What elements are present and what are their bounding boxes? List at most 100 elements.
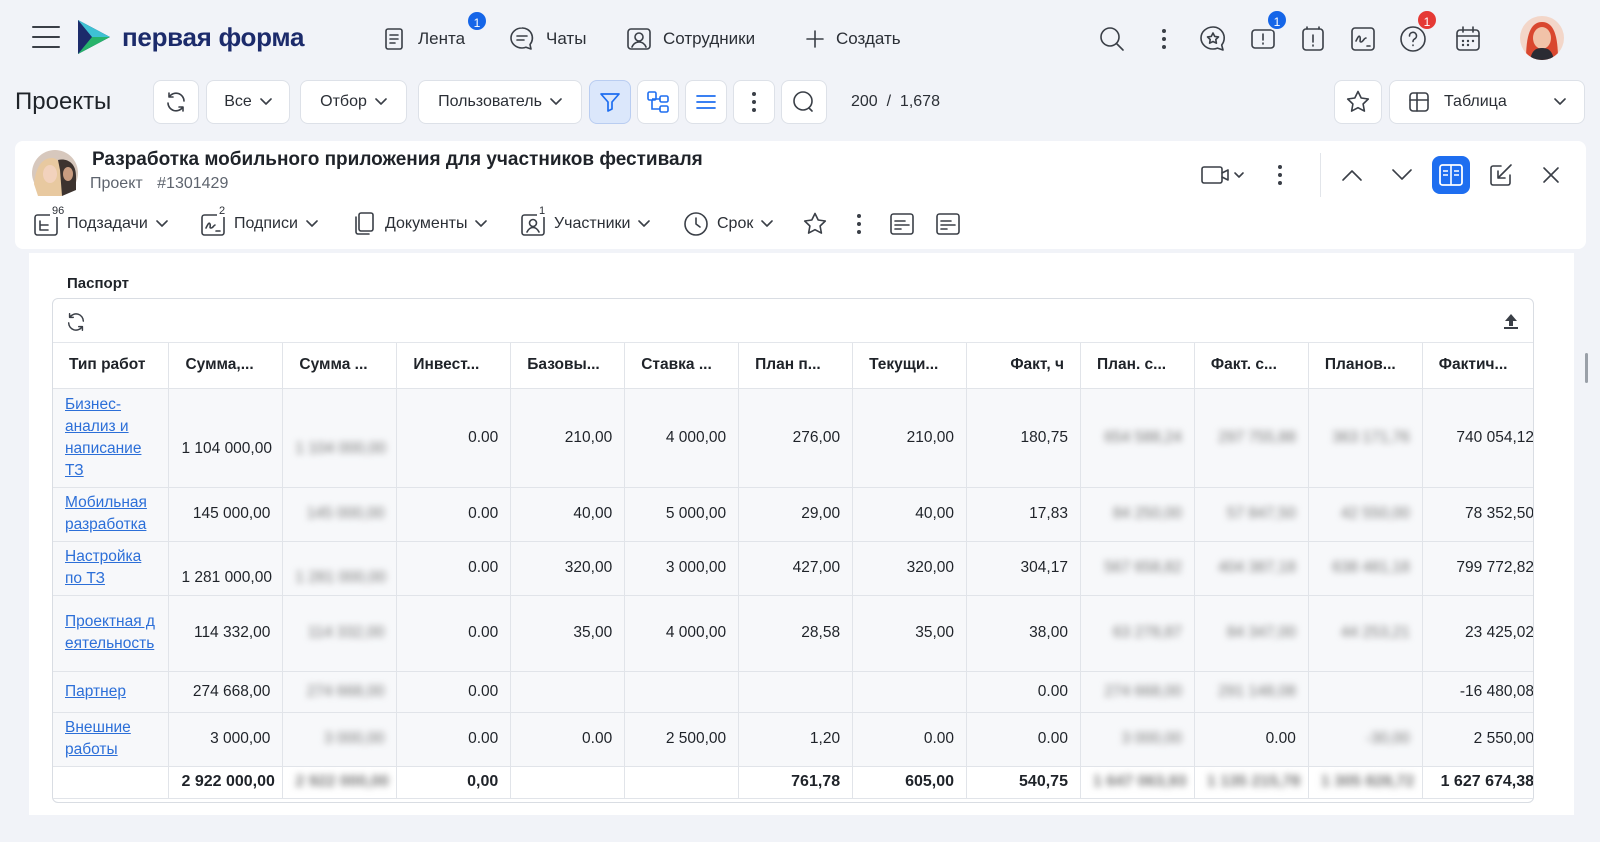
table-refresh-button[interactable]: [65, 311, 87, 333]
column-header[interactable]: Сумма ...: [282, 343, 398, 389]
totals-label-cell: [53, 766, 170, 799]
calendar-button[interactable]: [1451, 22, 1485, 56]
table-cell: [738, 671, 854, 713]
video-call-button[interactable]: [1195, 156, 1251, 194]
more-vertical-icon: [1278, 165, 1282, 185]
column-header[interactable]: Планов...: [1308, 343, 1423, 389]
column-header[interactable]: Фактич...: [1422, 343, 1533, 389]
column-header[interactable]: Факт, ч: [966, 343, 1081, 389]
close-button[interactable]: [1532, 156, 1570, 194]
work-type-link[interactable]: Настройка по ТЗ: [65, 548, 141, 587]
form-icon: [936, 213, 960, 235]
help-button[interactable]: 1: [1396, 9, 1438, 56]
user-avatar[interactable]: [1520, 16, 1564, 60]
previous-record-button[interactable]: [1333, 156, 1371, 194]
signatures-count: 2: [217, 205, 228, 217]
notices-button[interactable]: [1296, 22, 1330, 56]
work-type-link[interactable]: Проектная деятельность: [65, 613, 155, 652]
favorite-button[interactable]: [1334, 80, 1382, 124]
table-cell: 274 668,00: [168, 671, 284, 713]
view-mode-label: Таблица: [1444, 93, 1507, 110]
search-icon: [793, 91, 813, 112]
records-counter: 200 / 1,678: [851, 93, 940, 110]
toolbar-search-button[interactable]: [781, 80, 827, 124]
column-header[interactable]: Текущи...: [852, 343, 968, 389]
work-type-link[interactable]: Мобильная разработка: [65, 494, 147, 533]
nav-feed[interactable]: Лента 1: [382, 10, 488, 56]
table-export-button[interactable]: [1501, 311, 1521, 331]
table-cell: 4 000,00: [624, 388, 740, 488]
favorites-chat-button[interactable]: [1196, 22, 1230, 56]
work-type-link[interactable]: Партнер: [65, 683, 126, 700]
menu-icon[interactable]: [32, 26, 60, 50]
documents-icon: [355, 212, 374, 235]
chevron-down-icon: [761, 220, 774, 227]
tab-participants[interactable]: 1 Участники: [520, 205, 651, 241]
filter-selection-dropdown[interactable]: Отбор: [300, 80, 407, 124]
star-icon: [1346, 90, 1370, 112]
column-header[interactable]: План п...: [738, 343, 854, 389]
tab-signatures[interactable]: 2 Подписи: [200, 205, 318, 241]
table-cell: 0.00: [396, 541, 512, 596]
search-button[interactable]: [1095, 22, 1129, 56]
column-header[interactable]: Ставка ...: [624, 343, 740, 389]
page-scrollbar[interactable]: [1585, 353, 1588, 383]
table-cell: 40,00: [852, 487, 968, 542]
tab-participants-label: Участники: [554, 215, 631, 232]
card-favorite-button[interactable]: [802, 207, 828, 241]
table-cell-hidden: 3 000,00: [1080, 712, 1195, 767]
column-header[interactable]: План. с...: [1080, 343, 1195, 389]
form-view-button-1[interactable]: [889, 207, 915, 241]
tab-deadline[interactable]: Срок: [683, 207, 774, 241]
tasks-button[interactable]: 1: [1246, 9, 1288, 56]
table-row: Бизнес-анализ и написание ТЗ 1 104 000,0…: [53, 388, 1533, 488]
table-cell: 0.00: [396, 671, 512, 713]
nav-create[interactable]: Создать: [804, 22, 901, 56]
column-header[interactable]: Инвест...: [396, 343, 512, 389]
filter-toggle-button[interactable]: [589, 80, 631, 124]
table-cell-hidden: 42 550,00: [1308, 487, 1423, 542]
filter-user-dropdown[interactable]: Пользователь: [418, 80, 582, 124]
more-button[interactable]: [1147, 22, 1181, 56]
tree-view-button[interactable]: [637, 80, 679, 124]
work-type-link[interactable]: Внешние работы: [65, 719, 131, 758]
list-view-button[interactable]: [685, 80, 727, 124]
signature-button[interactable]: [1346, 22, 1380, 56]
column-header[interactable]: Факт. с...: [1194, 343, 1309, 389]
table-cell: 0.00: [966, 712, 1081, 767]
card-tabs-more-button[interactable]: [856, 207, 862, 241]
filter-all-dropdown[interactable]: Все: [206, 80, 290, 124]
table-cell: 35,00: [510, 595, 626, 672]
column-header[interactable]: Сумма,...: [168, 343, 284, 389]
column-header[interactable]: Тип работ: [53, 343, 170, 389]
table-toolbar: [53, 299, 1533, 343]
table-view-icon: [1409, 92, 1429, 112]
tab-documents-label: Документы: [385, 215, 468, 232]
table-cell-hidden: 84 250,00: [1080, 487, 1195, 542]
work-type-link[interactable]: Бизнес-анализ и написание ТЗ: [65, 396, 141, 479]
toolbar-more-button[interactable]: [733, 80, 775, 124]
open-in-window-button[interactable]: [1482, 156, 1520, 194]
nav-employees[interactable]: Сотрудники: [625, 22, 755, 56]
table-cell-hidden: [1308, 671, 1423, 713]
nav-chats[interactable]: Чаты: [508, 22, 586, 56]
column-header[interactable]: Базовы...: [510, 343, 626, 389]
logo[interactable]: первая форма: [76, 18, 304, 56]
project-card-header: Разработка мобильного приложения для уча…: [15, 141, 1586, 249]
split-view-button[interactable]: [1432, 156, 1470, 194]
card-more-button[interactable]: [1261, 156, 1299, 194]
next-record-button[interactable]: [1383, 156, 1421, 194]
total-cell: [510, 766, 626, 799]
table-cell-hidden: 291 148,08: [1194, 671, 1309, 713]
table-header-row: Тип работ Сумма,... Сумма ... Инвест... …: [53, 343, 1533, 389]
tab-documents[interactable]: Документы: [351, 207, 488, 241]
list-icon: [696, 95, 716, 109]
table-row: Партнер 274 668,00 274 668,00 0.00 0.00 …: [53, 671, 1533, 713]
project-avatar-image: [32, 150, 78, 196]
tab-subtasks[interactable]: 96 Подзадачи: [33, 205, 168, 241]
table-cell-hidden: 274 668,00: [1080, 671, 1195, 713]
refresh-button[interactable]: [153, 80, 199, 124]
view-mode-dropdown[interactable]: Таблица: [1389, 80, 1585, 124]
table-cell: 145 000,00: [168, 487, 284, 542]
form-view-button-2[interactable]: [935, 207, 961, 241]
